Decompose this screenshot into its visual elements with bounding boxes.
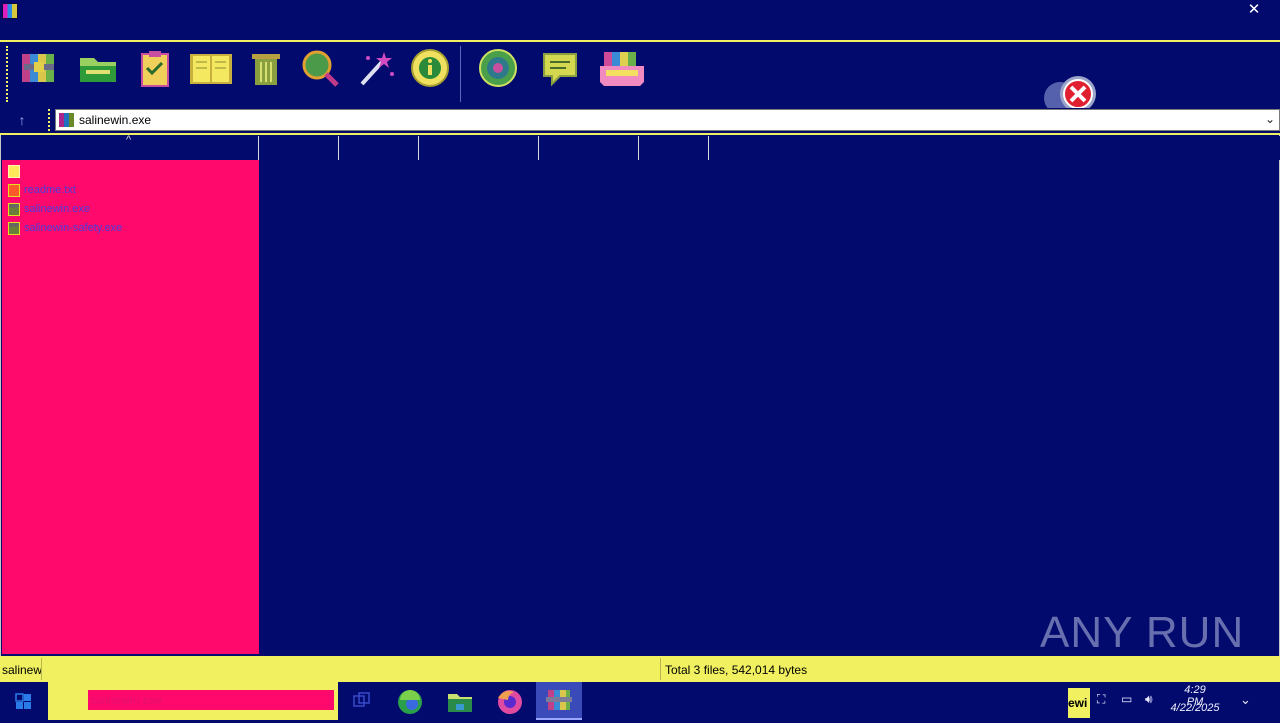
status-divider [660,658,661,680]
title-bar: ✕ [0,0,1280,40]
address-dropdown-icon[interactable]: ⌄ [1265,112,1275,126]
search-input[interactable]: salinewin.exe [88,690,334,710]
delete-button[interactable] [246,48,286,88]
sort-ascending-icon: ^ [126,134,132,146]
up-folder-button[interactable]: ↑ [12,111,32,129]
taskbar-file-explorer[interactable] [440,686,480,718]
list-item-parent-folder[interactable] [8,162,24,180]
clipboard-test-icon [141,51,169,87]
column-name[interactable]: ^ [2,134,259,160]
column-type[interactable] [419,136,539,160]
task-view-icon [353,692,370,707]
comment-button[interactable] [540,48,580,88]
winrar-icon [546,690,572,710]
taskbar-winrar[interactable] [536,682,582,720]
list-item-label: salinewin.exe [24,203,91,215]
toolbar-separator [460,46,461,102]
column-header-row: ^ [2,134,1280,160]
column-packed[interactable] [339,136,419,160]
volume-icon[interactable]: 🔊︎ [1145,692,1159,708]
taskbar-edge[interactable] [390,686,430,718]
taskbar-search[interactable]: salinewin.exe [48,682,338,720]
wizard-button[interactable] [356,48,396,88]
sfx-box-icon [600,52,644,86]
taskbar-firefox[interactable] [490,686,530,718]
comment-icon [543,53,577,87]
trash-icon [252,54,280,85]
text-file-icon [8,183,20,197]
file-list[interactable]: ^ readme.txt salinewin.exe salinewin-saf… [0,134,1280,656]
archive-add-icon [22,54,54,82]
column-crc[interactable] [639,136,709,160]
archive-file-icon [59,113,74,127]
address-grip[interactable] [48,109,50,131]
toolbar [0,42,1280,114]
status-divider [41,658,42,680]
magnifier-icon [302,50,339,87]
status-bar: salinew Total 3 files, 542,014 bytes [0,656,1280,682]
network-icon[interactable]: ⛶ [1097,692,1111,708]
name-column-pane: readme.txt salinewin.exe salinewin-safet… [2,160,259,654]
list-item-label: readme.txt [24,184,76,196]
taskbar: salinewin.exe ewi ⛶ ▭ 🔊︎ 4:29 PM 4/22/20… [0,682,1280,720]
windows-logo-icon [15,693,31,709]
start-button[interactable] [10,688,36,714]
add-button[interactable] [20,48,60,88]
address-row: ↑ salinewin.exe ⌄ [0,107,1280,133]
display-icon[interactable]: ▭ [1121,692,1135,708]
column-size[interactable] [259,136,339,160]
exe-file-icon [8,221,20,235]
stop-icon [1044,76,1096,114]
info-icon [411,49,449,87]
list-item-label: salinewin-safety.exe [24,222,123,234]
address-path: salinewin.exe [79,113,152,127]
notification-chevron-icon[interactable]: ⌄ [1240,692,1251,708]
view-button[interactable] [190,48,232,88]
tray-overflow-chip[interactable]: ewi [1068,688,1090,718]
task-view-button[interactable] [342,686,382,718]
clock-date[interactable]: 4/22/2025 [1166,702,1224,714]
close-button[interactable]: ✕ [1244,0,1264,20]
list-item[interactable]: salinewin-safety.exe [8,219,122,237]
virus-scan-button[interactable] [478,48,518,88]
list-item[interactable]: salinewin.exe [8,200,90,218]
find-button[interactable] [300,48,340,88]
exe-file-icon [8,202,20,216]
info-button[interactable] [410,48,450,88]
sfx-button[interactable] [600,48,644,88]
list-item[interactable]: readme.txt [8,181,76,199]
firefox-icon [498,690,522,714]
folder-extract-icon [80,58,116,82]
status-left-text: salinew [2,663,43,677]
edge-browser-icon [398,690,422,714]
column-modified[interactable] [539,136,639,160]
magic-wand-icon [360,52,394,86]
test-button[interactable] [136,48,176,88]
toolbar-grip[interactable] [6,46,8,102]
status-summary: Total 3 files, 542,014 bytes [665,663,808,677]
stop-button[interactable] [1042,74,1106,114]
extract-to-button[interactable] [78,48,118,88]
winrar-app-icon[interactable] [2,3,18,19]
shield-scan-icon [479,49,517,87]
book-view-icon [190,54,232,84]
folder-icon [448,694,472,712]
address-field[interactable]: salinewin.exe ⌄ [55,109,1280,131]
folder-icon [8,164,20,178]
